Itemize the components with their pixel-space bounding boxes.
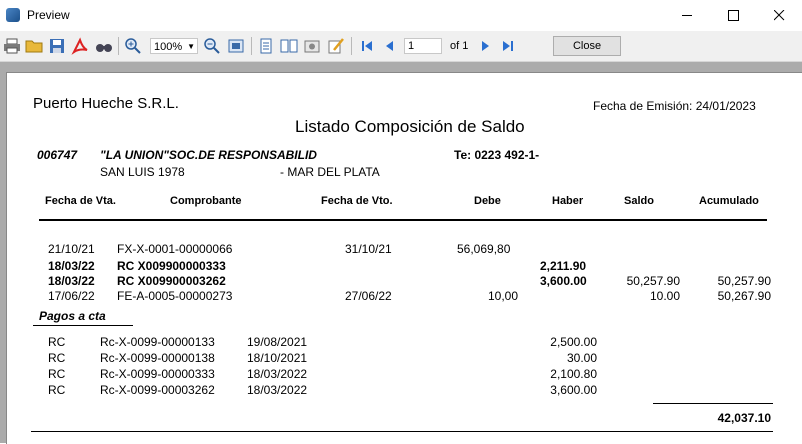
- pago4-comprobante: Rc-X-0099-00003262: [100, 383, 215, 397]
- close-window-button[interactable]: [756, 0, 802, 31]
- pago4-tipo: RC: [48, 383, 66, 397]
- pago2-comprobante: Rc-X-0099-00000138: [100, 351, 215, 365]
- row3-acumulado: 50,257.90: [717, 274, 771, 288]
- window-title: Preview: [27, 8, 70, 22]
- row1-fecha: 21/10/21: [48, 242, 95, 256]
- zoom-out-icon[interactable]: [203, 37, 221, 55]
- pago3-tipo: RC: [48, 367, 66, 381]
- close-icon: [773, 9, 784, 21]
- row2-comprobante: RC X009900000333: [117, 259, 226, 273]
- row4-debe: 10,00: [487, 289, 518, 303]
- maximize-icon: [727, 10, 739, 21]
- client-address: SAN LUIS 1978: [100, 165, 185, 179]
- emission-date: Fecha de Emisión: 24/01/2023: [593, 99, 756, 113]
- minimize-button[interactable]: [664, 0, 710, 31]
- client-code: 006747: [37, 148, 78, 162]
- report-title: Listado Composición de Saldo: [295, 117, 525, 136]
- print-icon[interactable]: [3, 37, 21, 55]
- zoom-value: 100%: [154, 41, 183, 53]
- prev-page-icon[interactable]: [381, 37, 399, 55]
- page-input[interactable]: [404, 38, 442, 54]
- col-fecha-vta: Fecha de Vta.: [45, 195, 116, 207]
- row2-haber: 2,211.90: [540, 259, 587, 273]
- header-divider: [39, 219, 767, 221]
- row1-debe: 56,069,80: [457, 242, 511, 256]
- col-comprobante: Comprobante: [170, 195, 242, 207]
- last-page-icon[interactable]: [499, 37, 517, 55]
- find-icon[interactable]: [95, 37, 113, 55]
- pagos-underline: [33, 325, 133, 326]
- col-debe: Debe: [474, 195, 501, 207]
- pagos-label: Pagos a cta: [39, 309, 106, 323]
- report-page: Puerto Hueche S.R.L. Fecha de Emisión: 2…: [6, 72, 802, 444]
- open-icon[interactable]: [25, 37, 43, 55]
- report-viewer[interactable]: Puerto Hueche S.R.L. Fecha de Emisión: 2…: [0, 62, 802, 444]
- two-page-icon[interactable]: [280, 37, 298, 55]
- zoom-in-icon[interactable]: [124, 37, 142, 55]
- chevron-down-icon: ▼: [187, 42, 195, 51]
- fit-icon[interactable]: [227, 37, 245, 55]
- row4-vto: 27/06/22: [345, 289, 392, 303]
- pago1-importe: 2,500.00: [550, 335, 597, 349]
- company-name: Puerto Hueche S.R.L.: [33, 95, 179, 112]
- save-icon[interactable]: [48, 37, 66, 55]
- col-fecha-vto: Fecha de Vto.: [321, 195, 393, 207]
- col-acumulado: Acumulado: [699, 195, 759, 207]
- settings-icon[interactable]: [303, 37, 321, 55]
- next-page-icon[interactable]: [476, 37, 494, 55]
- row3-haber: 3,600.00: [540, 274, 587, 288]
- pago1-fecha: 19/08/2021: [247, 335, 308, 349]
- row3-saldo: 50,257.90: [626, 274, 680, 288]
- pago2-importe: 30.00: [566, 351, 597, 365]
- total-amount: 42,037.10: [717, 411, 771, 425]
- row4-acumulado: 50,267.90: [717, 289, 771, 303]
- row3-fecha: 18/03/22: [48, 274, 95, 288]
- client-name: "LA UNION"SOC.DE RESPONSABILID: [100, 148, 317, 162]
- row4-saldo: 10.00: [649, 289, 680, 303]
- pago3-fecha: 18/03/2022: [247, 367, 308, 381]
- maximize-button[interactable]: [710, 0, 756, 31]
- client-phone: Te: 0223 492-1-: [454, 148, 540, 162]
- single-page-icon[interactable]: [257, 37, 275, 55]
- app-icon: [6, 8, 20, 22]
- zoom-select[interactable]: 100% ▼: [150, 38, 198, 54]
- client-city: - MAR DEL PLATA: [280, 165, 380, 179]
- pago4-importe: 3,600.00: [550, 383, 597, 397]
- edit-icon[interactable]: [327, 37, 345, 55]
- row1-comprobante: FX-X-0001-00000066: [117, 242, 233, 256]
- pago2-fecha: 18/10/2021: [247, 351, 308, 365]
- row4-comprobante: FE-A-0005-00000273: [117, 289, 233, 303]
- pago3-comprobante: Rc-X-0099-00000333: [100, 367, 215, 381]
- pdf-icon[interactable]: [71, 37, 89, 55]
- pago2-tipo: RC: [48, 351, 66, 365]
- minimize-icon: [681, 15, 692, 16]
- page-count: of 1: [450, 40, 469, 52]
- row3-comprobante: RC X009900003262: [117, 274, 226, 288]
- toolbar: 100% ▼ of 1 Close: [0, 31, 802, 62]
- pago1-comprobante: Rc-X-0099-00000133: [100, 335, 215, 349]
- close-button[interactable]: Close: [553, 36, 621, 56]
- title-bar: Preview: [0, 0, 802, 32]
- footer-divider: [31, 431, 773, 432]
- pago1-tipo: RC: [48, 335, 66, 349]
- row2-fecha: 18/03/22: [48, 259, 95, 273]
- pago3-importe: 2,100.80: [550, 367, 597, 381]
- row4-fecha: 17/06/22: [48, 289, 95, 303]
- pago4-fecha: 18/03/2022: [247, 383, 308, 397]
- total-divider: [653, 403, 773, 404]
- col-saldo: Saldo: [624, 195, 654, 207]
- col-haber: Haber: [552, 195, 584, 207]
- first-page-icon[interactable]: [358, 37, 376, 55]
- row1-vto: 31/10/21: [345, 242, 392, 256]
